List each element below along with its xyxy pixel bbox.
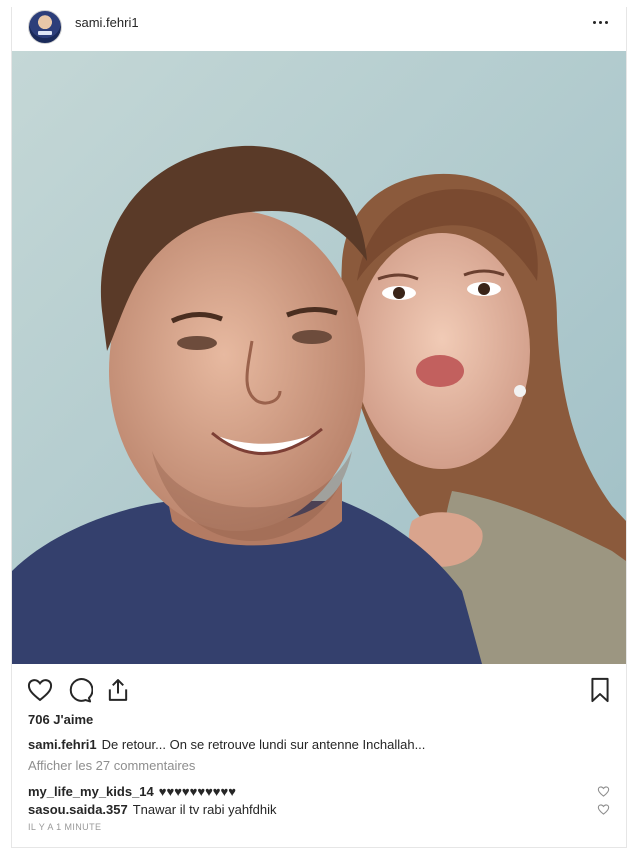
comment-like-heart-icon[interactable] bbox=[597, 803, 610, 816]
post-header: sami.fehri1 bbox=[12, 7, 626, 51]
comment-item: my_life_my_kids_14 ♥♥♥♥♥♥♥♥♥♥ bbox=[28, 784, 236, 799]
caption-username[interactable]: sami.fehri1 bbox=[28, 737, 97, 752]
post-timestamp[interactable]: IL Y A 1 MINUTE bbox=[28, 822, 101, 832]
more-options-icon[interactable] bbox=[588, 10, 612, 34]
post-card: sami.fehri1 706 J'aime sami.fehri1 De re… bbox=[11, 7, 627, 848]
post-username[interactable]: sami.fehri1 bbox=[75, 15, 139, 30]
photo-illustration bbox=[12, 51, 626, 664]
more-dot bbox=[598, 20, 602, 24]
post-photo[interactable] bbox=[12, 51, 626, 664]
action-bar bbox=[12, 672, 626, 708]
comment-item: sasou.saida.357 Tnawar il tv rabi yahfdhi… bbox=[28, 802, 277, 817]
comment-username[interactable]: my_life_my_kids_14 bbox=[28, 784, 154, 799]
comment-bubble-icon[interactable] bbox=[65, 676, 93, 704]
avatar-detail bbox=[38, 31, 52, 35]
heart-icon[interactable] bbox=[26, 676, 54, 704]
share-icon[interactable] bbox=[104, 676, 132, 704]
more-dot bbox=[592, 20, 596, 24]
caption-text: De retour... On se retrouve lundi sur an… bbox=[101, 737, 426, 752]
more-dot bbox=[604, 20, 608, 24]
comment-like-heart-icon[interactable] bbox=[597, 785, 610, 798]
comment-text: ♥♥♥♥♥♥♥♥♥♥ bbox=[158, 784, 236, 799]
likes-count[interactable]: 706 J'aime bbox=[28, 712, 93, 727]
comment-text: Tnawar il tv rabi yahfdhik bbox=[132, 802, 277, 817]
bookmark-icon[interactable] bbox=[586, 676, 614, 704]
caption: sami.fehri1 De retour... On se retrouve l… bbox=[28, 737, 425, 752]
view-all-comments-link[interactable]: Afficher les 27 commentaires bbox=[28, 758, 195, 773]
comment-username[interactable]: sasou.saida.357 bbox=[28, 802, 128, 817]
avatar[interactable] bbox=[28, 10, 62, 44]
